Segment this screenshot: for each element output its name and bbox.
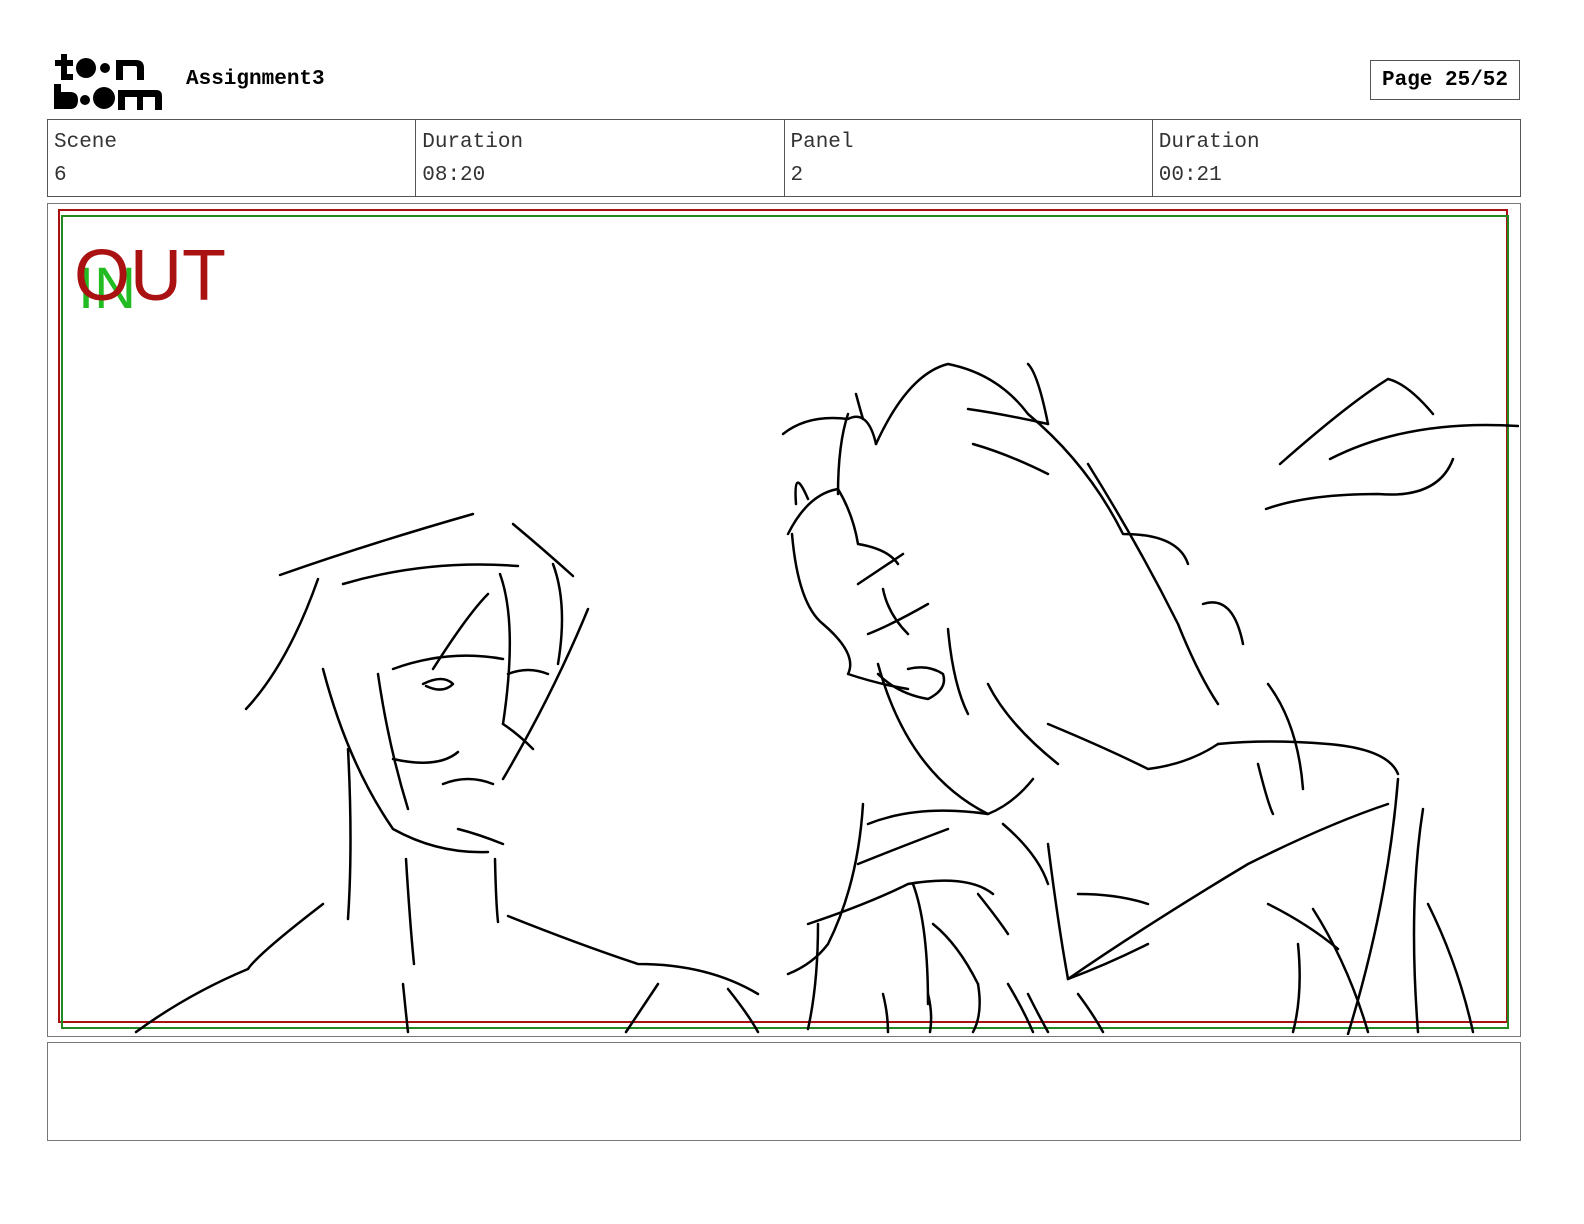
toon-boom-logo — [52, 52, 164, 112]
scene-info-bar: Scene 6 Duration 08:20 Panel 2 Duration … — [47, 119, 1521, 197]
scene-duration-value: 08:20 — [422, 164, 486, 187]
page-indicator: Page 25/52 — [1370, 60, 1520, 100]
panel-value: 2 — [790, 164, 804, 187]
panel-duration-label: Duration — [1158, 131, 1260, 154]
scene-duration-cell: Duration 08:20 — [416, 120, 785, 196]
panel-duration-value: 00:21 — [1158, 164, 1222, 187]
panel-label: Panel — [790, 131, 854, 154]
sketch-man — [134, 512, 760, 1034]
sketch-woman — [781, 362, 1475, 1035]
storyboard-panel: IN OUT — [47, 203, 1521, 1037]
panel-drawing: IN OUT — [58, 209, 1519, 1035]
panel-duration-cell: Duration 00:21 — [1153, 120, 1520, 196]
project-title: Assignment3 — [186, 68, 325, 91]
safe-frame-green — [61, 215, 1509, 1029]
scene-cell: Scene 6 — [48, 120, 417, 196]
out-marker: OUT — [74, 236, 226, 316]
sketch-background-hills — [1264, 377, 1519, 511]
panel-cell: Panel 2 — [785, 120, 1153, 196]
safe-frame-red — [58, 209, 1508, 1023]
scene-label: Scene — [54, 131, 118, 154]
scene-duration-label: Duration — [422, 131, 524, 154]
panel-notes-box — [47, 1042, 1521, 1141]
scene-value: 6 — [54, 164, 67, 187]
